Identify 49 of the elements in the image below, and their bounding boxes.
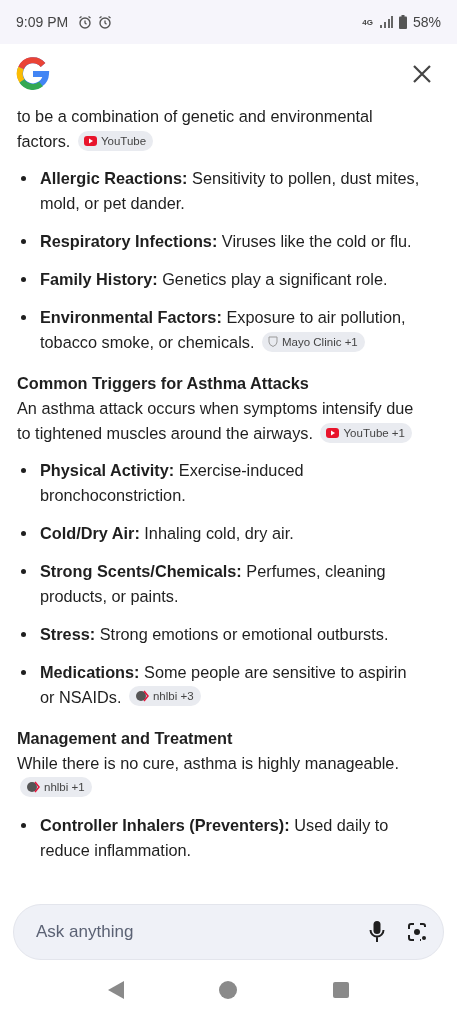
- bullet-icon: [21, 315, 26, 320]
- network-type: 4G: [362, 17, 373, 27]
- alarm-clock-icon: [78, 15, 93, 29]
- section-heading: Management and Treatment: [17, 728, 234, 749]
- bullet-icon: [21, 632, 26, 637]
- battery-icon: [398, 15, 407, 29]
- bullet-icon: [21, 468, 26, 473]
- list-item-text: Stress: Strong emotions or emotional outbursts.: [40, 624, 389, 645]
- bullet-icon: [21, 670, 26, 675]
- bullet-icon: [21, 823, 26, 828]
- list-item-text: Environmental Factors: Exposure to air pollution, tobacco smoke, or chemicals. Mayo Clinic +1: [40, 307, 407, 354]
- recents-icon[interactable]: [333, 982, 350, 998]
- list-item-text: Medications: Some people are sensitive to aspirin or NSAIDs. nhlbi +3: [40, 662, 408, 708]
- source-chip[interactable]: YouTube: [77, 131, 154, 151]
- list-item-text: Respiratory Infections: Viruses like the cold or flu.: [40, 231, 412, 252]
- paragraph: An asthma attack occurs when symptoms intensify due to tightened muscles around the airways. YouTube +1: [17, 398, 415, 445]
- alarm-clock-icon: [98, 15, 113, 29]
- camera-lens-icon[interactable]: [407, 922, 427, 942]
- bullet-icon: [21, 277, 26, 282]
- bullet-icon: [21, 176, 26, 181]
- back-icon[interactable]: [107, 981, 124, 999]
- search-field[interactable]: Ask anything: [13, 904, 444, 960]
- logo-icon: [16, 57, 50, 91]
- source-chip[interactable]: YouTube +1: [320, 423, 412, 443]
- close-icon[interactable]: [413, 65, 431, 83]
- list-item-text: Cold/Dry Air: Inhaling cold, dry air.: [40, 523, 294, 544]
- video-play-icon: [83, 136, 97, 146]
- signal-icon: [378, 16, 393, 28]
- source-chip[interactable]: Mayo Clinic +1: [262, 331, 365, 352]
- list-item-text: Physical Activity: Exercise-induced bronchoconstriction.: [40, 460, 305, 506]
- list-item-text: Family History: Genetics play a significant role.: [40, 269, 388, 290]
- bullet-icon: [21, 569, 26, 574]
- bullet-icon: [21, 239, 26, 244]
- battery-percent: 58%: [412, 14, 441, 30]
- search-input[interactable]: Ask anything: [34, 921, 347, 943]
- list-item-text: Controller Inhalers (Preventers): Used daily to reduce inflammation.: [40, 815, 390, 861]
- source-chip[interactable]: nhlbi +1: [20, 777, 92, 797]
- section-heading: Common Triggers for Asthma Attacks: [17, 373, 310, 394]
- list-item-text: Strong Scents/Chemicals: Perfumes, cleaning products, or paints.: [40, 561, 387, 607]
- status-time: 9:09 PM: [16, 14, 69, 30]
- shield-icon: [268, 336, 278, 347]
- list-item-text: Allergic Reactions: Sensitivity to pollen, dust mites, mold, or pet dander.: [40, 168, 421, 214]
- home-icon[interactable]: [219, 981, 238, 999]
- video-play-icon: [326, 428, 340, 438]
- paragraph: While there is no cure, asthma is highly manageable. nhlbi +1: [17, 751, 421, 801]
- microphone-icon[interactable]: [369, 921, 385, 943]
- bullet-icon: [21, 531, 26, 536]
- source-chip[interactable]: nhlbi +3: [128, 686, 201, 706]
- paragraph: to be a combination of genetic and environmental factors. YouTube: [17, 106, 374, 153]
